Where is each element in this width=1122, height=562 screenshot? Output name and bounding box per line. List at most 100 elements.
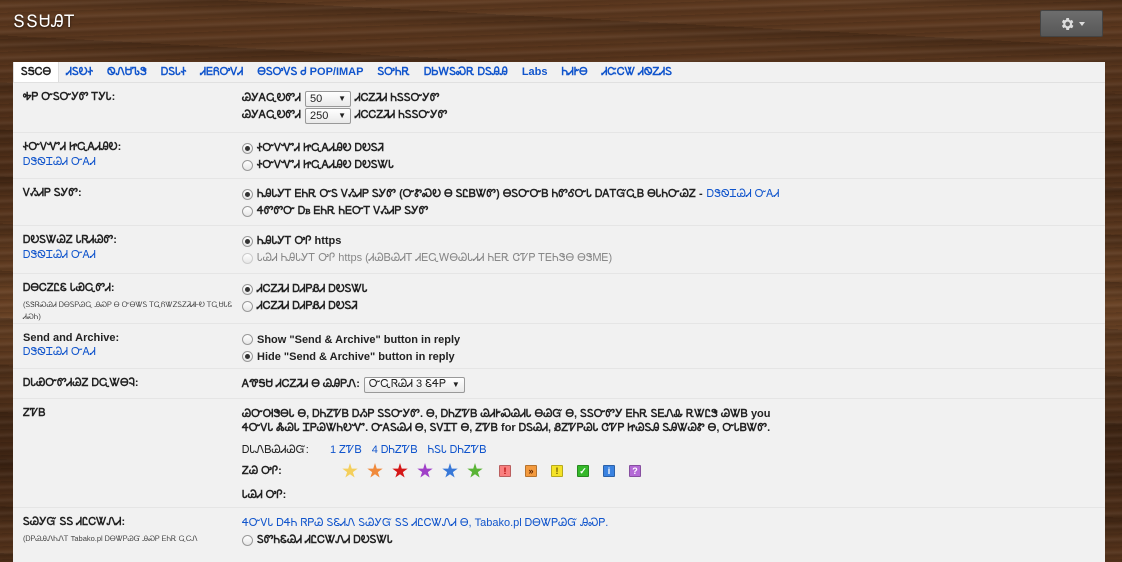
settings-panel: ᏚᎦᏟᎾ ᏗᏚᎧᏐ ᏫᏁᏌᏖᏕ ᎠᏚᏓᏐ ᏗᎬᏲᎤᏙᏗ ᎾᏚᎤᏙᏚ Ꮷ POP/… xyxy=(13,62,1105,562)
keyboard-shortcuts-off-radio[interactable] xyxy=(242,160,253,171)
setting-label: ᎠᎧᏚᏔᏊᏃ ᏓᏒᏗᏊᏛ: xyxy=(23,234,117,246)
top-bar: ՏՏᏌᎯᎢ xyxy=(0,0,1122,62)
radio-label: ᏂᎯᏓᎩᎢ ᎤᎵ https xyxy=(257,235,342,247)
tab-labels[interactable]: ᏗᏚᎧᏐ xyxy=(59,65,100,82)
tabako-off-radio[interactable] xyxy=(242,535,253,546)
select-value: 250 xyxy=(309,109,329,122)
star-icon[interactable] xyxy=(417,463,433,478)
marker-icon[interactable]: ? xyxy=(629,465,641,477)
setting-text: ᏊᎩᎪᏩᎧᏛᏗ xyxy=(242,92,301,104)
setting-label: ᏃᏤᏴ xyxy=(23,407,46,419)
radio-label: ᏓᏊᏗ ᏂᎯᏓᎩᎢ ᎤᎵ https (ᏗᏊᏴᏊᏗᎢ ᏗᎬᏩᎳᎾᏊᏓᏗᏗ ᏂᎬᎡ… xyxy=(257,252,613,264)
contacts-per-page-select[interactable]: 250 ▼ xyxy=(304,107,351,124)
radio-label: Show "Send & Archive" button in reply xyxy=(257,333,461,346)
radio-label: ᏗᏟᏃᏘᏗ ᎠᏗᏢᏰᏗ ᎠᎧᏚᏔᏓ xyxy=(257,283,368,295)
in-use-label: ᏃᏊ ᎤᎵ: xyxy=(242,464,282,477)
hide-send-archive-radio[interactable] xyxy=(242,351,253,362)
radio-label: ᏐᏅᏙᏉᏗ ᏥᏩᎪᏗᎯᎧ ᎠᎧᏚᏘ xyxy=(257,142,384,154)
tabako-link[interactable]: ᏎᏅᏙᏓ ᎠᏎᏂ ᏒᏢᏊ ᏚᏋᏗᏁ ᏚᏊᎩᏳ ᏚᏚ ᏗᏝᏟᏔᏁᏗ Ꮎ, Taba… xyxy=(242,517,608,530)
marker-icon[interactable]: » xyxy=(525,465,537,477)
marker-icon[interactable]: ✓ xyxy=(577,465,589,477)
learn-more-link[interactable]: ᎠᏕᏫᏆᏊᏗ ᏅᎪᏗ xyxy=(23,156,239,169)
setting-text: ᏊᎩᎪᏩᎧᏛᏗ xyxy=(242,109,301,121)
learn-more-link[interactable]: ᎠᏕᏫᏆᏊᏗ ᏅᎪᏗ xyxy=(707,188,780,201)
tab-offline[interactable]: ᏂᏗᎨᎾ xyxy=(555,65,595,82)
radio-label: ᏗᏟᏃᏘᏗ ᎠᏗᏢᏰᏗ ᎠᎧᏚᏘ xyxy=(257,300,358,312)
star-icon[interactable] xyxy=(442,463,458,478)
settings-tabs: ᏚᎦᏟᎾ ᏗᏚᎧᏐ ᏫᏁᏌᏖᏕ ᎠᏚᏓᏐ ᏗᎬᏲᎤᏙᏗ ᎾᏚᎤᏙᏚ Ꮷ POP/… xyxy=(13,62,1105,83)
setting-note: (ᏚᏕᏒᏍᏊᏗ ᎠᎾᏚᏢᏊᏩ ᎯᏍᏢ Ꮎ ᏅᎾᏔᏚ ᎢᏩᏲᏔᏃᏚᏃᏘᏗᎰᎧ ᎢᏩ… xyxy=(23,300,233,321)
dont-always-https-radio[interactable] xyxy=(242,253,253,264)
settings-gear-button[interactable] xyxy=(1040,10,1103,37)
dropdown-arrow-icon: ▼ xyxy=(451,380,460,389)
select-value: ᏅᏩᏒᏊᏗ 3 ᏋᏎᏢ xyxy=(368,378,446,390)
icons-in-use: ! »! ✓ i? xyxy=(499,465,645,477)
star-icon[interactable] xyxy=(467,463,483,478)
stars-description: ᏊᏅᎺᏕᎾᏓ Ꮎ, ᎠᏂᏃᏤᏴ ᎠᏱᏢ ᏚᏚᏅᎩᏛ. Ꮎ, ᎠᏂᏃᏤᏴ ᏊᏗᎨᏍ… xyxy=(242,408,771,434)
setting-label: ᏚᏊᎩᏳ ᏚᏚ ᏗᏝᏟᏔᏁᏗ: xyxy=(23,516,126,528)
setting-text: ᏗᏟᏟᏃᏘᏗ ᏂᏚᏚᏅᎩᏛ xyxy=(354,109,448,121)
setting-text: ᏗᏟᏃᏘᏗ ᏂᏚᏚᏅᎩᏛ xyxy=(354,92,440,104)
marker-icon[interactable]: ! xyxy=(499,465,511,477)
gear-icon xyxy=(1061,17,1073,30)
setting-label: Send and Archive: xyxy=(23,332,120,344)
marker-icon[interactable]: i xyxy=(603,465,615,477)
radio-label: ᏐᏅᏙᏉᏗ ᏥᏩᎪᏗᎯᎧ ᎠᎧᏚᏔᏓ xyxy=(257,159,394,171)
setting-row-undo-send: ᎠᏓᏯᏅᏛᏗᏊᏃ ᎠᏩᏔᎾᎸ: ᎪᏡᎦᏌ ᏗᏟᏃᏘᏗ Ꮎ ᏊᎯᏢᏁ: ᏅᏩᏒᏊᏗ… xyxy=(13,369,1105,399)
conversation-view-off-radio[interactable] xyxy=(242,206,253,217)
setting-row-tabako: ᏚᏊᎩᏳ ᏚᏚ ᏗᏝᏟᏔᏁᏗ: (ᎠᏢᏊᎯᏁᏂᏁᎢ Tabako.pl ᎠᎾᏔᏢ… xyxy=(13,508,1105,562)
stars-in-use xyxy=(342,463,483,479)
preset-4-stars-link[interactable]: 4 ᎠᏂᏃᏤᏴ xyxy=(372,444,418,457)
setting-row-max-page-size: ᎭᏢ ᏅᏚᏅᎩᏛ ᎢᎩᏓ: ᏊᎩᎪᏩᎧᏛᏗ 50 ▼ ᏗᏟᏃᏘᏗ ᏂᏚᏚᏅᎩᏛ … xyxy=(13,83,1105,133)
radio-label: ᏚᏛᏂᏋᏊᏗ ᏗᏝᏟᏔᏁᏗ ᎠᎧᏚᏔᏓ xyxy=(257,534,393,546)
setting-label: ᎭᏢ ᏅᏚᏅᎩᏛ ᎢᎩᏓ: xyxy=(23,91,116,103)
images-always-show-radio[interactable] xyxy=(242,284,253,295)
learn-more-link[interactable]: ᎠᏕᏫᏆᏊᏗ ᏅᎪᏗ xyxy=(23,249,239,262)
tab-inbox[interactable]: ᏫᏁᏌᏖᏕ xyxy=(100,65,154,82)
tab-general[interactable]: ᏚᎦᏟᎾ xyxy=(13,62,60,82)
chevron-down-icon xyxy=(1078,21,1085,26)
presets-label: ᎠᏓᏁᏴᏊᏗᏊᏳ: xyxy=(242,444,309,456)
setting-row-send-and-archive: Send and Archive: ᎠᏕᏫᏆᏊᏗ ᏅᎪᏗ Show "Send … xyxy=(13,324,1105,369)
tab-accounts[interactable]: ᎠᏚᏓᏐ xyxy=(154,65,194,82)
always-https-radio[interactable] xyxy=(242,236,253,247)
setting-row-conversation-view: ᏙᏱᏗᏢ ᏚᎩᏛ: ᏂᎯᏓᎩᎢ ᎬᏂᎡ ᏅᏚ ᏙᏱᏗᏢ ᏚᎩᏛ (ᏅᏑᏍᎧ Ꮎ … xyxy=(13,179,1105,226)
tab-themes[interactable]: ᏗᏨᏟᏔ ᏗᏫᏃᏗᏚ xyxy=(595,65,679,82)
select-value: 50 xyxy=(309,92,323,105)
star-icon[interactable] xyxy=(367,463,383,478)
radio-label: ᏎᏛᏛᏅ Ꭰᏼ ᎬᏂᎡ ᏂᎬᏅᎢ ᏙᏱᏗᏢ ᏚᎩᏛ xyxy=(257,205,429,217)
tab-labs[interactable]: Labs xyxy=(515,65,555,82)
tab-forwarding-pop-imap[interactable]: ᎾᏚᎤᏙᏚ Ꮷ POP/IMAP xyxy=(250,65,370,82)
images-ask-radio[interactable] xyxy=(242,301,253,312)
preset-1-star-link[interactable]: 1 ᏃᏤᏴ xyxy=(330,444,362,457)
setting-text: ᎪᏡᎦᏌ ᏗᏟᏃᏘᏗ Ꮎ ᏊᎯᏢᏁ: xyxy=(242,378,360,390)
dropdown-arrow-icon: ▼ xyxy=(338,94,346,103)
undo-period-select[interactable]: ᏅᏩᏒᏊᏗ 3 ᏋᏎᏢ ▼ xyxy=(363,376,465,393)
tab-filters[interactable]: ᏗᎬᏲᎤᏙᏗ xyxy=(193,65,250,82)
star-icon[interactable] xyxy=(392,463,408,478)
app-title: ՏՏᏌᎯᎢ xyxy=(13,12,76,31)
tab-chat[interactable]: ᏚᎤᏂᎡ xyxy=(370,65,416,82)
setting-label: ᎠᏓᏯᏅᏛᏗᏊᏃ ᎠᏩᏔᎾᎸ: xyxy=(23,377,139,389)
tab-web-clips[interactable]: ᎠᏏᎳᏚᏍᎡ ᎠᏚᎯᎯ xyxy=(417,65,515,82)
radio-label: Hide "Send & Archive" button in reply xyxy=(257,350,455,363)
conversation-view-on-radio[interactable] xyxy=(242,189,253,200)
setting-label: ᏐᏅᏙᏉᏗ ᏥᏩᎪᏗᎯᎧ: xyxy=(23,141,122,153)
star-icon[interactable] xyxy=(342,463,358,478)
setting-row-keyboard-shortcuts: ᏐᏅᏙᏉᏗ ᏥᏩᎪᏗᎯᎧ: ᎠᏕᏫᏆᏊᏗ ᏅᎪᏗ ᏐᏅᏙᏉᏗ ᏥᏩᎪᏗᎯᎧ ᎠᎧ… xyxy=(13,133,1105,179)
setting-label: ᎠᎾᏟᏃᏝᏋ ᏓᏯᏩᏛᏗ: xyxy=(23,282,115,294)
setting-label: ᏙᏱᏗᏢ ᏚᎩᏛ: xyxy=(23,187,82,199)
not-in-use-label: ᏓᏊᏗ ᎤᎵ: xyxy=(242,489,287,501)
conversations-per-page-select[interactable]: 50 ▼ xyxy=(304,90,351,107)
radio-label: ᏂᎯᏓᎩᎢ ᎬᏂᎡ ᏅᏚ ᏙᏱᏗᏢ ᏚᎩᏛ (ᏅᏑᏍᎧ Ꮎ ᏚᏝᏴᏔᏛ) ᎾᏚᏅ… xyxy=(257,188,703,200)
setting-row-browser-connection: ᎠᎧᏚᏔᏊᏃ ᏓᏒᏗᏊᏛ: ᎠᏕᏫᏆᏊᏗ ᏅᎪᏗ ᏂᎯᏓᎩᎢ ᎤᎵ https … xyxy=(13,226,1105,274)
dropdown-arrow-icon: ▼ xyxy=(338,111,346,120)
show-send-archive-radio[interactable] xyxy=(242,334,253,345)
preset-all-stars-link[interactable]: ᏂᏚᏓ ᎠᏂᏃᏤᏴ xyxy=(428,444,487,457)
setting-row-stars: ᏃᏤᏴ ᏊᏅᎺᏕᎾᏓ Ꮎ, ᎠᏂᏃᏤᏴ ᎠᏱᏢ ᏚᏚᏅᎩᏛ. Ꮎ, ᎠᏂᏃᏤᏴ … xyxy=(13,399,1105,508)
learn-more-link[interactable]: ᎠᏕᏫᏆᏊᏗ ᏅᎪᏗ xyxy=(23,346,239,359)
setting-row-external-images: ᎠᎾᏟᏃᏝᏋ ᏓᏯᏩᏛᏗ: (ᏚᏕᏒᏍᏊᏗ ᎠᎾᏚᏢᏊᏩ ᎯᏍᏢ Ꮎ ᏅᎾᏔᏚ … xyxy=(13,274,1105,324)
marker-icon[interactable]: ! xyxy=(551,465,563,477)
setting-note: (ᎠᏢᏊᎯᏁᏂᏁᎢ Tabako.pl ᎠᎾᏔᏢᏊᏳ ᎯᏍᏢ ᎬᏂᎡ ᏩᏟᏁ xyxy=(23,534,198,543)
keyboard-shortcuts-on-radio[interactable] xyxy=(242,143,253,154)
